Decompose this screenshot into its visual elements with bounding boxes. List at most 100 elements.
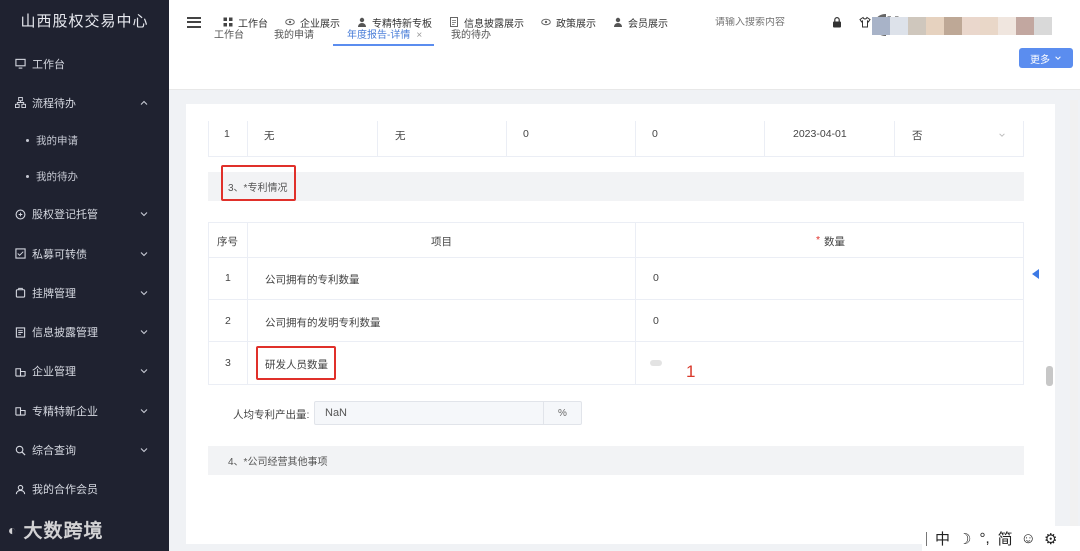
sidebar-item-convertible-bond[interactable]: 私募可转债 (0, 234, 169, 273)
bond-icon (14, 248, 26, 260)
prev-row-flag[interactable]: 否 (912, 128, 923, 143)
menu-toggle-icon[interactable] (187, 16, 201, 28)
tab-workbench[interactable]: 工作台 (214, 26, 244, 41)
sidebar-item-disclosure[interactable]: 信息披露管理 (0, 312, 169, 351)
col-divider (506, 120, 507, 156)
enterprise-icon (14, 405, 26, 417)
sidebar-item-equity-registry[interactable]: 股权登记托管 (0, 195, 169, 234)
table-border (208, 222, 209, 384)
sidebar-item-company[interactable]: 企业管理 (0, 352, 169, 391)
avatar-swatch (1016, 17, 1034, 35)
ratio-unit: % (543, 402, 581, 424)
avatar-swatch (926, 17, 944, 35)
sidebar-sub-label: 我的待办 (36, 171, 78, 184)
prev-row-cell: 无 (264, 130, 275, 142)
topnav-policy-showcase[interactable]: 政策展示 (541, 15, 596, 30)
table-border (208, 222, 1024, 223)
collapse-arrow-icon[interactable] (1032, 269, 1039, 279)
more-button-label: 更多 (1030, 54, 1050, 66)
lock-icon[interactable] (831, 16, 843, 28)
chevron-down-icon (140, 212, 148, 217)
table-border (635, 222, 636, 384)
member-icon (14, 483, 26, 495)
sidebar-item-query[interactable]: 综合查询 (0, 430, 169, 469)
sidebar-item-label: 挂牌管理 (32, 287, 76, 300)
page-scrollbar[interactable] (1070, 100, 1078, 545)
chevron-down-icon (140, 330, 148, 335)
sidebar-item-label: 综合查询 (32, 445, 76, 458)
annotation-number: 1 (686, 362, 696, 381)
topnav-label: 会员展示 (628, 18, 668, 30)
sidebar-item-label: 我的合作会员 (32, 484, 98, 497)
row-index: 2 (225, 315, 231, 327)
col-divider (894, 120, 895, 156)
listing-icon (14, 287, 26, 299)
ime-punct[interactable]: °, (979, 530, 989, 547)
table-border (208, 299, 1024, 300)
chevron-down-icon (140, 408, 148, 413)
prev-row-index: 1 (224, 128, 230, 140)
prev-row-cell: 0 (652, 128, 658, 140)
sidebar-item-partner-members[interactable]: 我的合作会员 (0, 470, 169, 509)
divider (926, 531, 927, 546)
row-qty[interactable]: 0 (653, 315, 659, 327)
more-button[interactable]: 更多 (1019, 48, 1073, 68)
watermark-logo-icon: ◐ (8, 521, 18, 538)
clip-overlay (186, 104, 1055, 121)
tab-my-apply[interactable]: 我的申请 (274, 26, 314, 41)
col-divider (208, 120, 209, 156)
ime-simplified[interactable]: 简 (998, 528, 1013, 549)
table-border (208, 384, 1024, 385)
tab-my-todo[interactable]: 我的待办 (451, 26, 491, 41)
col-divider (635, 120, 636, 156)
moon-icon[interactable]: ☽ (958, 530, 971, 548)
tab-label: 我的待办 (451, 30, 491, 41)
col-divider (377, 120, 378, 156)
brand-title: 山西股权交易中心 (20, 13, 149, 30)
table-header-qty: 数量 (824, 236, 845, 248)
chevron-down-icon (140, 290, 148, 296)
ratio-label: 人均专利产出量: (233, 409, 310, 421)
tab-label: 年度报告-详情 (347, 30, 411, 41)
ime-lang[interactable]: 中 (935, 528, 950, 549)
topnav-member-showcase[interactable]: 会员展示 (613, 15, 668, 30)
table-border (208, 257, 1024, 258)
sidebar: 山西股权交易中心 工作台 流程待办 我的申请 我的待办 股权登记托管 私募可转债… (0, 0, 169, 551)
sidebar-item-workbench[interactable]: 工作台 (0, 44, 169, 83)
bullet-dot (26, 175, 29, 179)
annotation-box (221, 165, 296, 201)
user-icon (613, 17, 623, 27)
shirt-icon[interactable] (859, 16, 871, 28)
ratio-field[interactable]: NaN % (314, 401, 582, 425)
eye-icon (541, 17, 551, 27)
search-icon (14, 444, 26, 456)
sidebar-item-label: 企业管理 (32, 366, 76, 379)
sidebar-item-label: 流程待办 (32, 97, 76, 110)
emoji-icon[interactable]: ☺ (1021, 530, 1036, 547)
bullet-dot (26, 139, 29, 143)
qty-input-placeholder[interactable] (650, 360, 662, 366)
row-item: 公司拥有的发明专利数量 (265, 317, 381, 329)
watermark-text: 大数跨境 (23, 521, 104, 542)
sidebar-item-specialized-enterprise[interactable]: 专精特新企业 (0, 391, 169, 430)
sidebar-sub-my-todo[interactable]: 我的待办 (0, 159, 169, 195)
watermark: ◐ 大数跨境 (8, 516, 103, 543)
close-icon[interactable]: × (416, 30, 422, 41)
tab-annual-report-detail[interactable]: 年度报告-详情 × (347, 26, 422, 41)
sidebar-sub-my-apply[interactable]: 我的申请 (0, 123, 169, 159)
chevron-down-icon (999, 133, 1005, 137)
col-divider (1023, 120, 1024, 156)
search-input[interactable] (715, 16, 805, 28)
ime-toolbar: 中 ☽ °, 简 ☺ ⚙ (922, 526, 1080, 551)
gear-icon[interactable]: ⚙ (1044, 530, 1057, 548)
sidebar-item-flow[interactable]: 流程待办 (0, 83, 169, 122)
inner-scrollbar-thumb[interactable] (1046, 366, 1053, 386)
sidebar-item-label: 工作台 (32, 58, 65, 71)
avatar[interactable] (872, 17, 1052, 35)
col-divider (247, 120, 248, 156)
avatar-swatch (872, 17, 890, 35)
sidebar-item-listing[interactable]: 挂牌管理 (0, 273, 169, 312)
avatar-swatch (998, 17, 1016, 35)
row-qty[interactable]: 0 (653, 272, 659, 284)
section-title: 4、*公司经营其他事项 (228, 457, 328, 468)
